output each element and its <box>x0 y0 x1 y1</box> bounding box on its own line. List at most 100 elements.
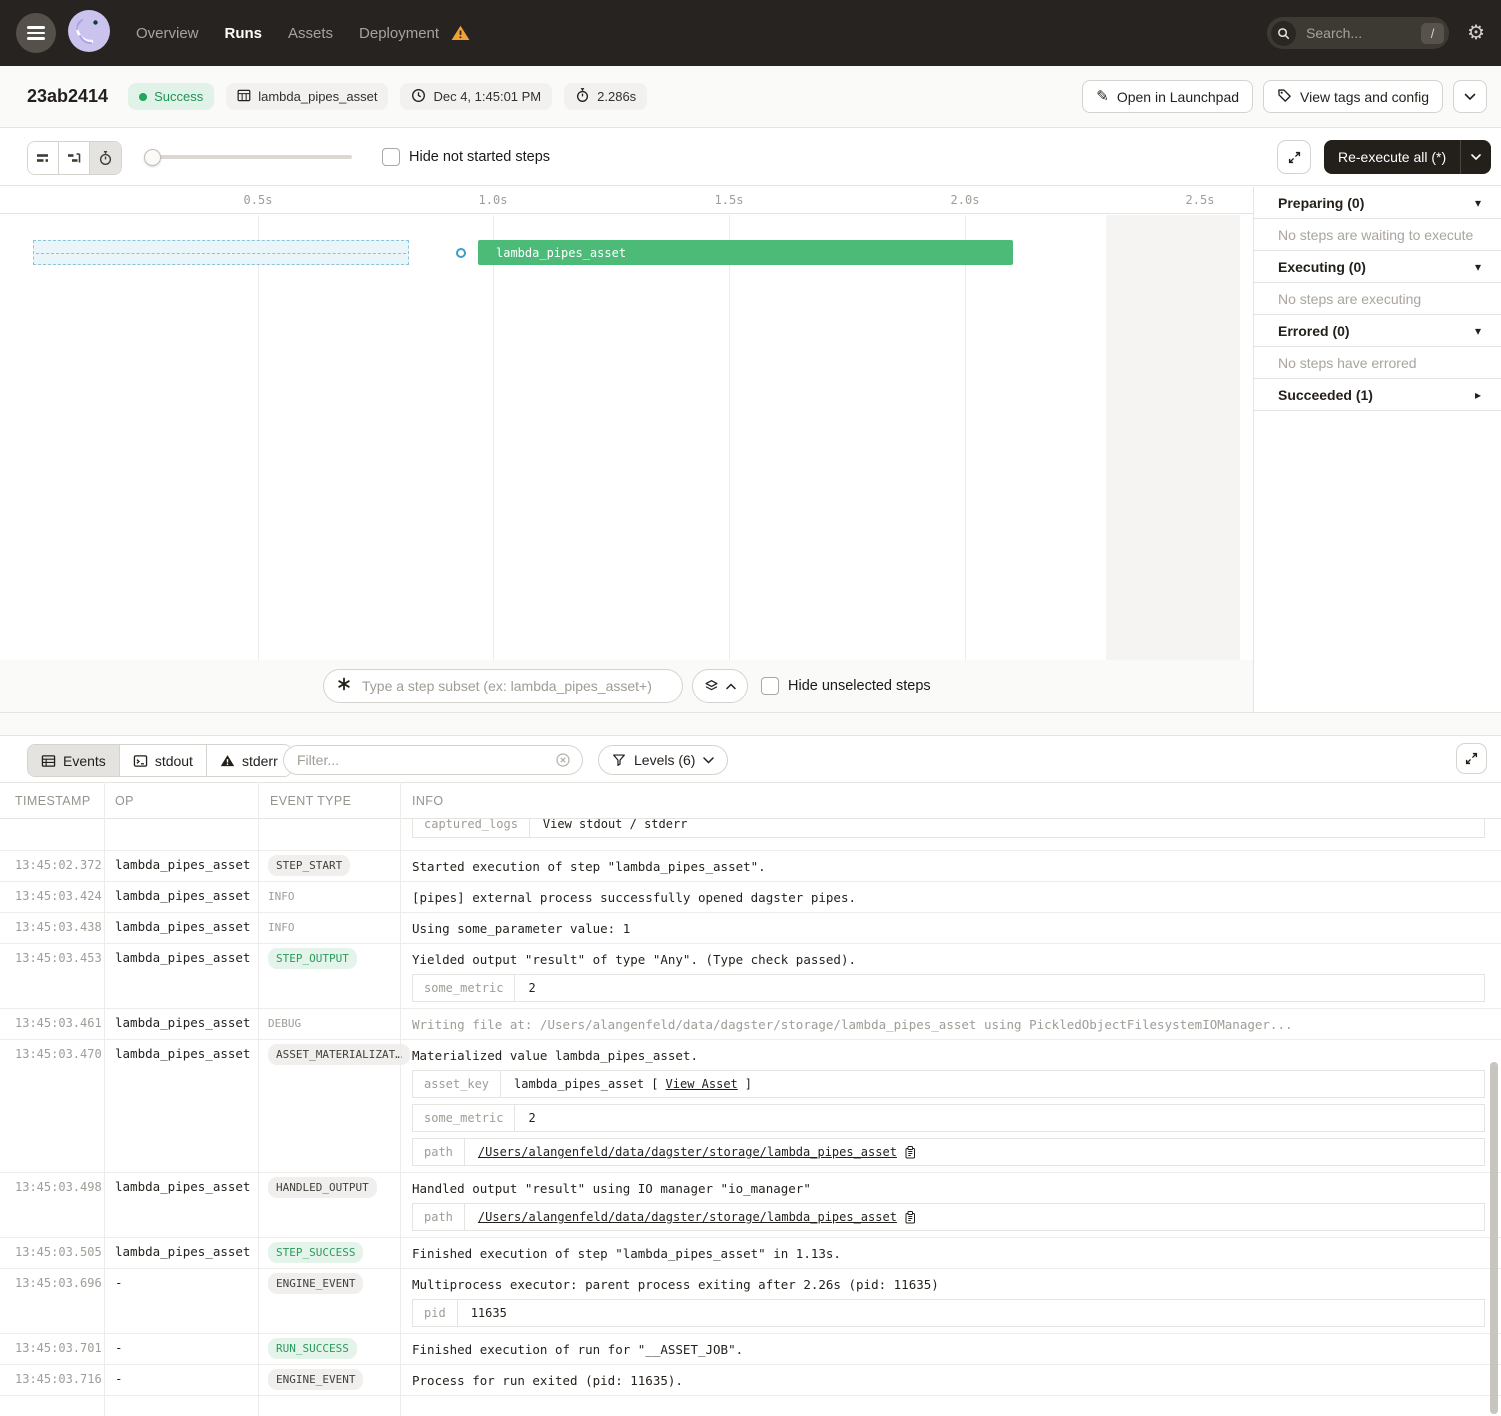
column-divider <box>400 782 401 1416</box>
waterfall-icon <box>67 151 81 165</box>
search-icon <box>1271 21 1296 46</box>
run-main-area: 0.5s1.0s1.5s2.0s2.5s lambda_pipes_asset <box>0 187 1501 712</box>
event-type-cell: INFO <box>268 886 295 907</box>
filter-input[interactable] <box>295 751 547 769</box>
step-start-marker <box>456 248 466 258</box>
search-input[interactable] <box>1304 24 1413 42</box>
gantt-flat-mode-button[interactable] <box>28 142 59 174</box>
event-op: lambda_pipes_asset <box>115 1244 250 1259</box>
axis-tick: 1.0s <box>479 193 508 207</box>
event-row: captured_logsView stdout / stderr <box>0 819 1501 851</box>
nav-item-deployment[interactable]: Deployment <box>359 25 439 42</box>
event-info-text: Writing file at: /Users/alangenfeld/data… <box>412 1014 1485 1033</box>
nav-item-runs[interactable]: Runs <box>225 25 263 42</box>
event-type-badge: HANDLED_OUTPUT <box>268 1177 377 1198</box>
status-section-header[interactable]: Preparing (0)▾ <box>1254 187 1501 219</box>
filter-input-wrap[interactable] <box>283 745 583 775</box>
status-section-header[interactable]: Executing (0)▾ <box>1254 251 1501 283</box>
event-type-cell: ENGINE_EVENT <box>268 1369 363 1390</box>
pencil-icon: ✎ <box>1096 89 1109 104</box>
run-actions-dropdown-button[interactable] <box>1453 80 1487 113</box>
dagster-run-page: OverviewRunsAssetsDeployment / ⚙ 23ab241… <box>0 0 1501 1416</box>
event-info-cell: Handled output "result" using IO manager… <box>412 1173 1501 1237</box>
metadata-value: View stdout / stderr <box>530 819 701 837</box>
layers-icon <box>704 679 719 693</box>
gantt-mode-segmented-control <box>27 141 122 175</box>
nav-item-assets[interactable]: Assets <box>288 25 333 42</box>
dagster-logo <box>68 10 110 57</box>
tab-stdout[interactable]: stdout <box>120 745 207 776</box>
event-info-cell: Started execution of step "lambda_pipes_… <box>412 851 1501 881</box>
event-type-badge: ENGINE_EVENT <box>268 1369 363 1390</box>
levels-label: Levels (6) <box>634 752 695 768</box>
reexecute-all-button[interactable]: Re-execute all (*) <box>1324 149 1460 165</box>
gantt-step-bar[interactable]: lambda_pipes_asset <box>478 240 1013 265</box>
zoom-slider-knob[interactable] <box>144 149 161 166</box>
chevron-down-icon <box>703 757 714 764</box>
gantt-timed-mode-button[interactable] <box>90 142 121 174</box>
status-badge: Success <box>128 83 214 110</box>
events-scrollbar-thumb[interactable] <box>1490 1062 1498 1414</box>
event-type-cell: HANDLED_OUTPUT <box>268 1177 377 1198</box>
metadata-link[interactable]: /Users/alangenfeld/data/dagster/storage/… <box>478 1145 897 1159</box>
metadata-entry: captured_logsView stdout / stderr <box>412 819 1485 838</box>
zoom-slider-track[interactable] <box>150 155 352 159</box>
step-subset-bar: Hide unselected steps <box>0 660 1253 712</box>
event-info-text: Yielded output "result" of type "Any". (… <box>412 949 1485 968</box>
metadata-key: some_metric <box>413 975 515 1001</box>
metadata-link[interactable]: /Users/alangenfeld/data/dagster/storage/… <box>478 1210 897 1224</box>
open-in-launchpad-button[interactable]: ✎ Open in Launchpad <box>1082 80 1253 113</box>
reexecute-dropdown-button[interactable] <box>1460 140 1491 174</box>
gear-icon[interactable]: ⚙ <box>1467 23 1485 43</box>
copy-icon[interactable] <box>904 1210 917 1224</box>
caret-up-icon <box>726 683 736 690</box>
hamburger-menu-button[interactable] <box>16 13 56 53</box>
levels-dropdown[interactable]: Levels (6) <box>598 745 728 775</box>
tab-events[interactable]: Events <box>28 745 120 776</box>
tab-label: Events <box>63 753 106 769</box>
status-section-header[interactable]: Errored (0)▾ <box>1254 315 1501 347</box>
status-section-header[interactable]: Succeeded (1)▸ <box>1254 379 1501 411</box>
caret-down-icon <box>1471 154 1481 161</box>
graph-query-toggle-button[interactable] <box>692 669 748 703</box>
metadata-key: path <box>413 1139 465 1165</box>
event-info-text: [pipes] external process successfully op… <box>412 887 1485 906</box>
column-header: EVENT TYPE <box>270 794 351 808</box>
event-type-badge: DEBUG <box>268 1013 301 1034</box>
hide-unselected-label: Hide unselected steps <box>788 678 931 694</box>
column-header: INFO <box>412 794 443 808</box>
pane-splitter[interactable] <box>0 712 1501 736</box>
tab-stderr[interactable]: stderr <box>207 745 291 776</box>
event-op: lambda_pipes_asset <box>115 950 250 965</box>
event-info-cell: Yielded output "result" of type "Any". (… <box>412 944 1501 1008</box>
hide-not-started-checkbox[interactable] <box>382 148 400 166</box>
event-type-cell: RUN_SUCCESS <box>268 1338 357 1359</box>
copy-icon[interactable] <box>904 1145 917 1159</box>
event-type-cell: DEBUG <box>268 1013 301 1034</box>
filter-clear-icon[interactable] <box>555 752 571 768</box>
event-type-badge: STEP_START <box>268 855 350 876</box>
status-empty-text: No steps are executing <box>1278 291 1421 307</box>
gantt-fullscreen-button[interactable] <box>1277 140 1311 174</box>
search-input-wrap[interactable]: / <box>1267 17 1449 49</box>
view-tags-config-button[interactable]: View tags and config <box>1263 80 1443 113</box>
events-fullscreen-button[interactable] <box>1456 743 1487 774</box>
status-panel: Preparing (0)▾No steps are waiting to ex… <box>1253 187 1501 712</box>
axis-tick: 2.5s <box>1186 193 1215 207</box>
gantt-waterfall-mode-button[interactable] <box>59 142 90 174</box>
event-timestamp: 13:45:03.701 <box>15 1341 102 1355</box>
column-divider <box>104 782 105 1416</box>
metadata-link[interactable]: View Asset <box>666 1077 738 1091</box>
table-icon <box>41 754 56 768</box>
gridline <box>493 215 494 712</box>
hide-unselected-checkbox[interactable] <box>761 677 779 695</box>
hide-not-started-label: Hide not started steps <box>409 149 550 165</box>
status-dot-icon <box>139 93 147 101</box>
metadata-value-text: View stdout / stderr <box>543 819 688 831</box>
metadata-entry: some_metric2 <box>412 1104 1485 1132</box>
nav-item-overview[interactable]: Overview <box>136 25 199 42</box>
step-subset-input[interactable] <box>360 677 669 695</box>
event-info-text: Handled output "result" using IO manager… <box>412 1178 1485 1197</box>
step-subset-input-wrap[interactable] <box>323 669 683 703</box>
asset-tag[interactable]: lambda_pipes_asset <box>226 83 388 110</box>
